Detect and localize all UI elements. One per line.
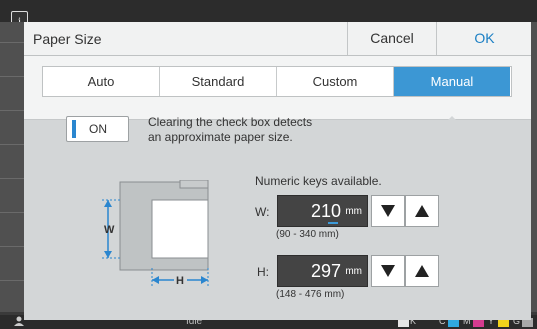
width-decrease-button[interactable] — [371, 195, 405, 227]
background-top-bar — [0, 0, 537, 22]
background-left-panel — [0, 22, 24, 312]
dialog-title: Paper Size — [33, 31, 102, 47]
height-decrease-button[interactable] — [371, 255, 405, 287]
auto-detect-toggle[interactable]: ON — [66, 116, 129, 142]
height-unit: mm — [345, 266, 362, 277]
height-range: (148 - 476 mm) — [276, 289, 345, 300]
text-cursor — [328, 222, 338, 224]
width-value: 210 — [310, 201, 341, 221]
diagram-w-label: W — [104, 224, 115, 236]
hint-line-2: an approximate paper size. — [148, 130, 293, 144]
width-unit: mm — [345, 206, 362, 217]
height-label: H: — [257, 265, 269, 279]
tab-manual[interactable]: Manual — [394, 67, 510, 96]
triangle-up-icon — [415, 205, 429, 217]
tab-custom[interactable]: Custom — [277, 67, 394, 96]
height-increase-button[interactable] — [405, 255, 439, 287]
tab-area: Auto Standard Custom Manual — [24, 56, 531, 120]
numeric-note: Numeric keys available. — [255, 174, 382, 188]
height-value: 297 — [310, 261, 341, 281]
width-label: W: — [255, 205, 270, 219]
paper-size-dialog: Paper Size Cancel OK Auto Standard Custo… — [24, 22, 531, 320]
diagram-h-label: H — [176, 275, 184, 287]
tab-pointer — [445, 116, 459, 123]
tab-auto[interactable]: Auto — [43, 67, 160, 96]
triangle-down-icon — [381, 205, 395, 217]
width-increase-button[interactable] — [405, 195, 439, 227]
width-value-field[interactable]: 210 mm — [277, 195, 368, 227]
user-icon — [14, 316, 24, 326]
hint-line-1: Clearing the check box detects — [148, 115, 313, 129]
toggle-label: ON — [89, 122, 107, 136]
paper-tray-diagram: W H — [102, 180, 209, 287]
triangle-up-icon — [415, 265, 429, 277]
toggle-indicator — [72, 120, 76, 138]
tab-standard[interactable]: Standard — [160, 67, 277, 96]
toggle-hint: Clearing the check box detects an approx… — [148, 115, 312, 145]
ok-button[interactable]: OK — [436, 22, 532, 55]
dialog-title-bar: Paper Size Cancel OK — [24, 22, 531, 56]
triangle-down-icon — [381, 265, 395, 277]
paper-size-tabs: Auto Standard Custom Manual — [42, 66, 512, 97]
height-value-field[interactable]: 297 mm — [277, 255, 368, 287]
width-range: (90 - 340 mm) — [276, 229, 339, 240]
cancel-button[interactable]: Cancel — [347, 22, 436, 55]
